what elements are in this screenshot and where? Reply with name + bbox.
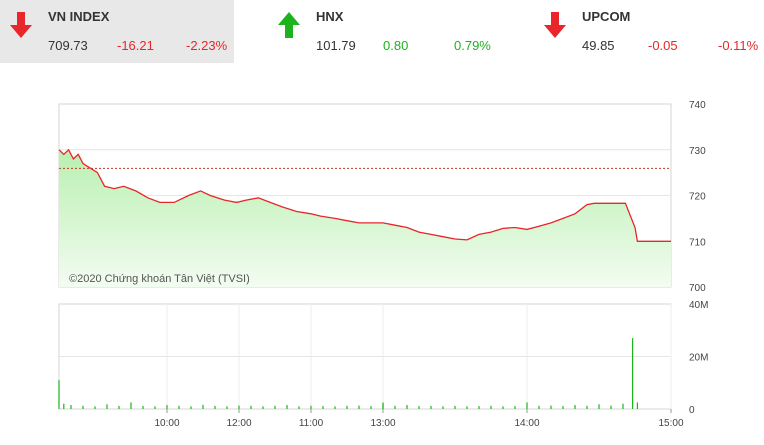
volume-bar [490,405,492,409]
volume-bar [82,405,84,409]
intraday-chart: 740 730 720 710 700 40M 20M 0 10:00 11:00 12:00 13… [58,100,708,429]
volume-bar [442,406,444,409]
time-tick-label: 13:00 [370,418,395,429]
volume-bar [610,405,612,409]
volume-bar [70,405,72,409]
volume-bar [334,406,336,409]
volume-bar [202,404,204,409]
volume-bar [478,406,480,409]
volume-bar [238,405,240,409]
price-tick-label: 720 [689,192,706,203]
price-area [59,149,671,287]
volume-bar [226,406,228,409]
time-tick-label: 10:00 [154,418,179,429]
volume-bar [636,402,638,409]
volume-bar [298,406,300,409]
price-tick-label: 710 [689,237,706,248]
volume-bar [406,405,408,409]
volume-bar [632,338,634,409]
time-tick-label: 15:00 [658,418,683,429]
price-tick-label: 740 [689,100,706,111]
price-panel: 740 730 720 710 700 [58,100,706,294]
volume-bar [538,405,540,409]
volume-bar [574,405,576,409]
volume-bar [586,405,588,409]
price-tick-label: 730 [689,146,706,157]
volume-bar [166,405,168,409]
time-tick-label: 11:00 [299,418,324,429]
volume-bar [598,404,600,409]
volume-bar [418,406,420,409]
volume-bar [430,405,432,409]
volume-bar [106,404,108,409]
volume-bar [190,406,192,409]
volume-bar [526,402,528,409]
volume-bar [502,406,504,409]
volume-tick-label: 40M [689,300,708,311]
volume-bar [118,405,120,409]
volume-bar [274,405,276,409]
volume-bar [262,406,264,409]
volume-bar [562,406,564,409]
volume-bar [130,402,132,409]
volume-bar [382,402,384,409]
volume-bar [142,405,144,409]
volume-bar [358,405,360,409]
volume-bar [454,405,456,409]
price-tick-label: 700 [689,283,706,294]
volume-bar [622,403,624,409]
volume-bar [394,405,396,409]
volume-bar [286,405,288,409]
volume-bar [154,406,156,409]
volume-bar [178,405,180,409]
volume-bar [310,405,312,409]
volume-bar [550,405,552,409]
volume-bar [63,403,65,409]
volume-bar [346,405,348,409]
volume-bar [214,405,216,409]
volume-bar [58,380,60,409]
volume-tick-label: 0 [689,405,695,416]
volume-bar [94,406,96,409]
time-tick-label: 12:00 [226,418,251,429]
time-tick-label: 14:00 [514,418,539,429]
volume-panel: 40M 20M 0 10:00 11:00 12:00 13:00 14:00 15:00 [58,300,708,429]
volume-bar [370,406,372,409]
watermark: ©2020 Chứng khoán Tân Việt (TVSI) [69,273,250,285]
volume-bar [466,406,468,409]
volume-bar [250,405,252,409]
volume-bar [514,406,516,409]
volume-bar [322,406,324,409]
volume-tick-label: 20M [689,353,708,364]
